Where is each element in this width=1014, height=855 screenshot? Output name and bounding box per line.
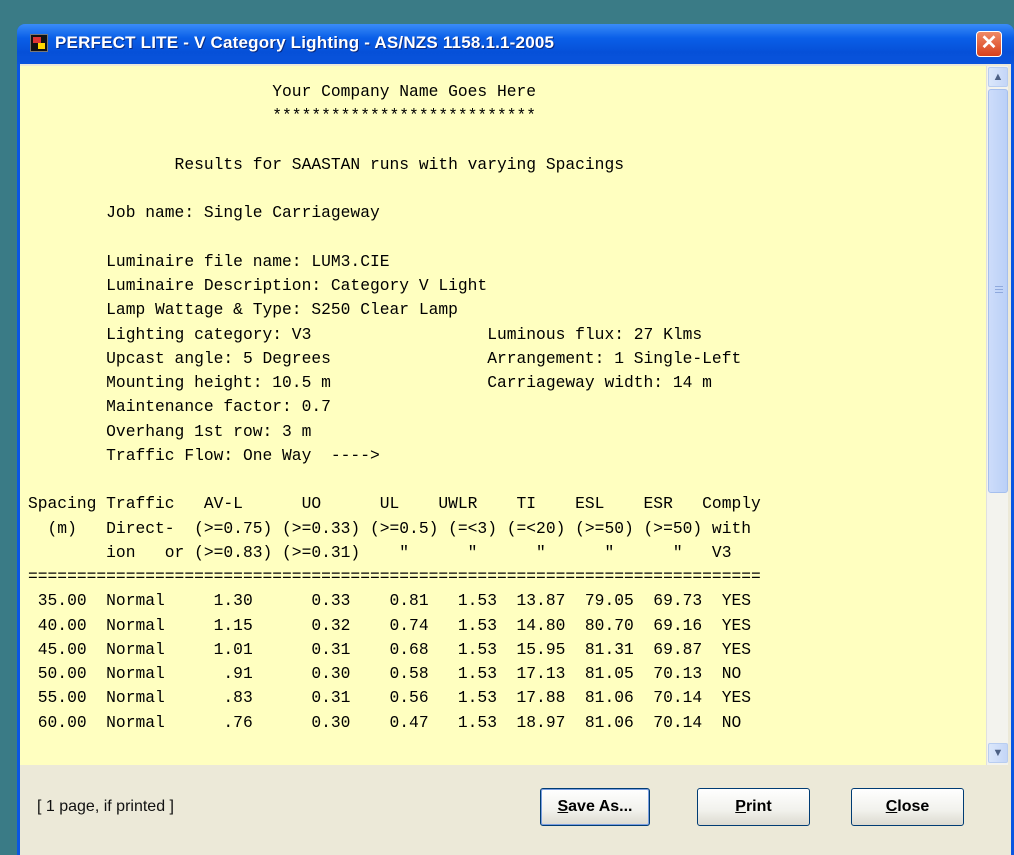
report-line: Results for SAASTAN runs with varying Sp… [28,154,624,174]
arrow-up-icon: ▲ [992,71,1004,83]
title-bar[interactable]: PERFECT LITE - V Category Lighting - AS/… [17,24,1014,64]
report-line: Overhang 1st row: 3 m [28,421,312,441]
app-icon [30,34,48,52]
window-title: PERFECT LITE - V Category Lighting - AS/… [55,33,555,52]
thumb-grip [995,286,1003,287]
report-line: 35.00 Normal 1.30 0.33 0.81 1.53 13.87 7… [28,591,752,611]
report-line: Lighting category: V3 Luminous flux: 27 … [28,324,703,344]
scroll-down-button[interactable]: ▼ [988,743,1008,763]
close-label: lose [897,798,930,815]
scroll-up-button[interactable]: ▲ [988,67,1008,87]
close-icon: ✕ [980,32,998,54]
report-line: Your Company Name Goes Here [28,82,537,101]
report-line: 60.00 Normal .76 0.30 0.47 1.53 18.97 81… [28,712,742,732]
print-button[interactable]: Print [697,788,810,826]
report-line: Mounting height: 10.5 m Carriageway widt… [28,373,712,392]
vertical-scrollbar[interactable]: ▲ ▼ [986,66,1008,765]
save-as-button[interactable]: Save As... [540,788,650,826]
print-label: rint [745,798,772,815]
report-line: 55.00 Normal .83 0.31 0.56 1.53 17.88 81… [28,688,752,708]
report-line: Upcast angle: 5 Degrees Arrangement: 1 S… [28,348,742,368]
report-line: ========================================… [28,567,761,586]
print-mnemonic: P [735,798,746,815]
report-window: PERFECT LITE - V Category Lighting - AS/… [17,24,1014,855]
report-line: Luminaire file name: LUM3.CIE [28,251,390,271]
close-button[interactable]: Close [851,788,964,826]
report-line: Maintenance factor: 0.7 [28,397,331,417]
save-as-mnemonic: S [557,798,569,815]
report-text-area[interactable]: Your Company Name Goes Here ************… [20,66,986,765]
report-line: *************************** [28,106,537,126]
window-close-button[interactable]: ✕ [976,31,1002,57]
report-line: Lamp Wattage & Type: S250 Clear Lamp [28,300,458,320]
report-line: 50.00 Normal .91 0.30 0.58 1.53 17.13 81… [28,664,742,683]
arrow-down-icon: ▼ [992,747,1004,759]
scroll-thumb[interactable] [988,89,1008,493]
thumb-grip [995,289,1003,290]
close-mnemonic: C [885,798,898,815]
report-line: Luminaire Description: Category V Light [28,276,488,295]
report-line: 45.00 Normal 1.01 0.31 0.68 1.53 15.95 8… [28,639,752,659]
report-line: 40.00 Normal 1.15 0.32 0.74 1.53 14.80 8… [28,615,752,635]
report-line: Traffic Flow: One Way ----> [28,445,380,465]
thumb-grip [995,292,1003,293]
report-line: Spacing Traffic AV-L UO UL UWLR TI ESL E… [28,494,761,514]
page-count-label: [ 1 page, if printed ] [37,798,174,815]
save-as-label: ave As... [568,798,633,815]
report-line: (m) Direct- (>=0.75) (>=0.33) (>=0.5) (=… [28,518,752,538]
report-line: ion or (>=0.83) (>=0.31) " " " " " V3 [28,542,732,562]
report-line: Job name: Single Carriageway [28,203,380,223]
window-client-area: Your Company Name Goes Here ************… [20,64,1011,855]
